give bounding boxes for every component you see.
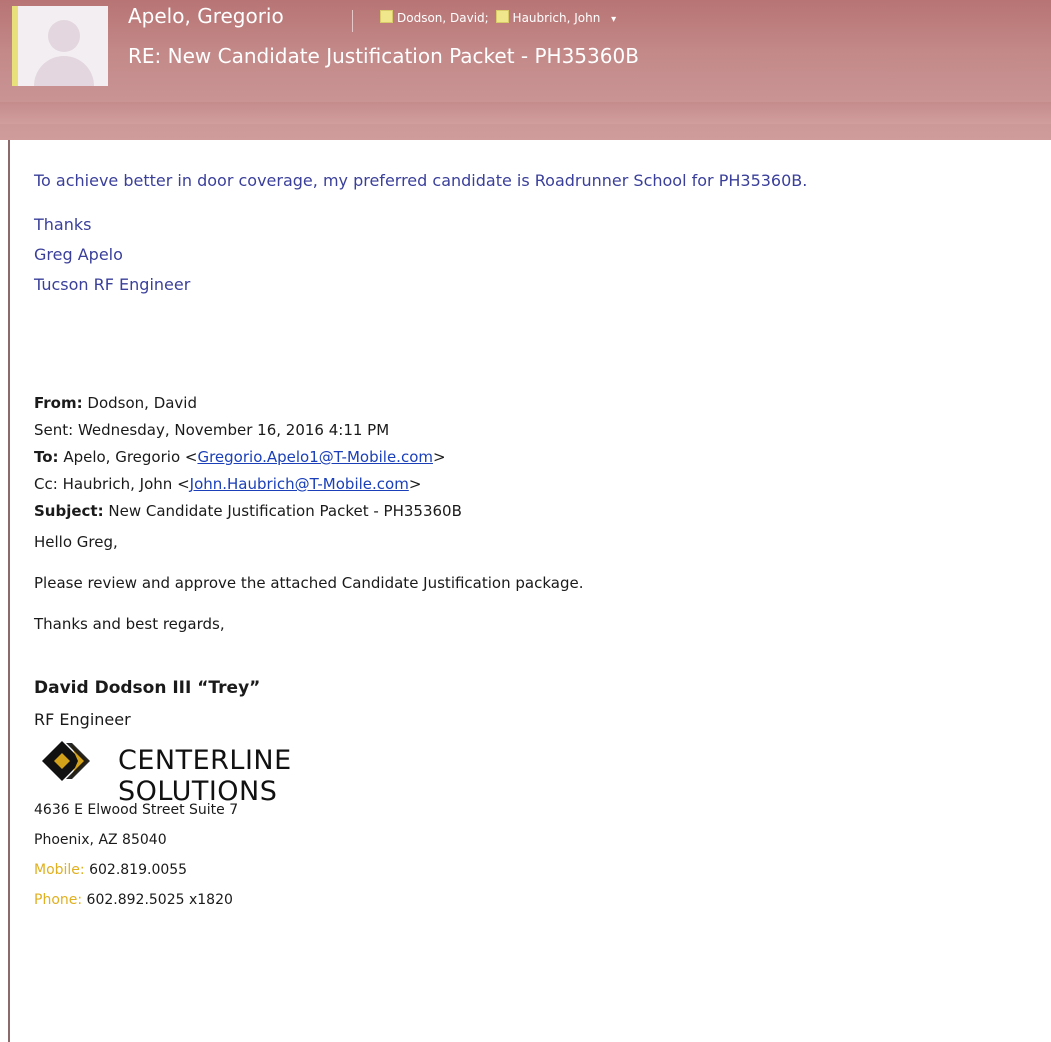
phone-number: 602.892.5025 x1820 — [86, 892, 233, 908]
subject-line: Subject: New Candidate Justification Pac… — [34, 498, 462, 525]
contact-details: 4636 E Elwood Street Suite 7 Phoenix, AZ… — [34, 795, 260, 915]
from-value: Dodson, David — [87, 394, 197, 412]
cc-label: Cc: — [34, 475, 58, 493]
original-message-header: From: Dodson, David Sent: Wednesday, Nov… — [34, 390, 462, 525]
mobile-number: 602.819.0055 — [89, 862, 188, 878]
to-label: To: — [34, 448, 59, 466]
company-name: CENTERLINE SOLUTIONS — [118, 745, 292, 807]
avatar-body — [34, 56, 94, 86]
recipients-list[interactable]: Dodson, David; Haubrich, John ▾ — [380, 10, 616, 25]
reply-section: To achieve better in door coverage, my p… — [34, 166, 807, 300]
greeting: Hello Greg, — [34, 533, 118, 551]
from-line: From: Dodson, David — [34, 390, 462, 417]
cc-line: Cc: Haubrich, John <John.Haubrich@T-Mobi… — [34, 471, 462, 498]
closing: Thanks and best regards, — [34, 615, 225, 633]
avatar-head — [48, 20, 80, 52]
from-label: From: — [34, 394, 83, 412]
cc-close: > — [408, 475, 422, 493]
company-block: CENTERLINE SOLUTIONS — [40, 739, 291, 807]
contact-status-icon — [495, 10, 509, 23]
sent-label: Sent: — [34, 421, 74, 439]
signature-name: David Dodson III “Trey” — [34, 678, 261, 698]
cc-email-link[interactable]: John.Haubrich@T-Mobile.com — [190, 475, 409, 493]
sent-line: Sent: Wednesday, November 16, 2016 4:11 … — [34, 417, 462, 444]
phone-label: Phone: — [34, 892, 83, 908]
cc-name: Haubrich, John < — [62, 475, 190, 493]
company-logo-icon — [42, 741, 90, 781]
header-separator — [352, 10, 353, 32]
signature-title: RF Engineer — [34, 710, 131, 729]
subject-value: New Candidate Justification Packet - PH3… — [108, 502, 462, 520]
reply-text: To achieve better in door coverage, my p… — [34, 171, 808, 190]
recipient-name[interactable]: Dodson, David; — [397, 11, 489, 25]
reply-signature-line: Thanks — [34, 215, 92, 234]
to-close: > — [432, 448, 446, 466]
chevron-down-icon[interactable]: ▾ — [611, 14, 616, 25]
phone-line: Phone: 602.892.5025 x1820 — [34, 885, 260, 915]
recipient-name[interactable]: Haubrich, John — [513, 11, 601, 25]
message-body: To achieve better in door coverage, my p… — [8, 140, 1051, 1042]
original-message-body: Hello Greg, Please review and approve th… — [34, 532, 583, 655]
reply-signature: Thanks Greg Apelo Tucson RF Engineer — [34, 210, 807, 300]
mobile-label: Mobile: — [34, 862, 85, 878]
body-paragraph: Please review and approve the attached C… — [34, 574, 584, 592]
contact-avatar-icon[interactable] — [12, 6, 108, 86]
header-divider-strip — [0, 102, 1051, 124]
message-subject: RE: New Candidate Justification Packet -… — [128, 44, 639, 68]
email-signature: David Dodson III “Trey” RF Engineer CENT… — [34, 678, 291, 915]
message-header: Apelo, Gregorio Dodson, David; Haubrich,… — [0, 0, 1051, 140]
to-line: To: Apelo, Gregorio <Gregorio.Apelo1@T-M… — [34, 444, 462, 471]
to-email-link[interactable]: Gregorio.Apelo1@T-Mobile.com — [197, 448, 433, 466]
reply-signature-line: Tucson RF Engineer — [34, 275, 191, 294]
mobile-line: Mobile: 602.819.0055 — [34, 855, 260, 885]
sender-name[interactable]: Apelo, Gregorio — [128, 4, 284, 28]
subject-label: Subject: — [34, 502, 104, 520]
sent-value: Wednesday, November 16, 2016 4:11 PM — [77, 421, 390, 439]
address-line: Phoenix, AZ 85040 — [34, 832, 167, 848]
contact-status-icon — [380, 10, 393, 23]
reply-signature-line: Greg Apelo — [34, 245, 123, 264]
to-name: Apelo, Gregorio < — [63, 448, 198, 466]
